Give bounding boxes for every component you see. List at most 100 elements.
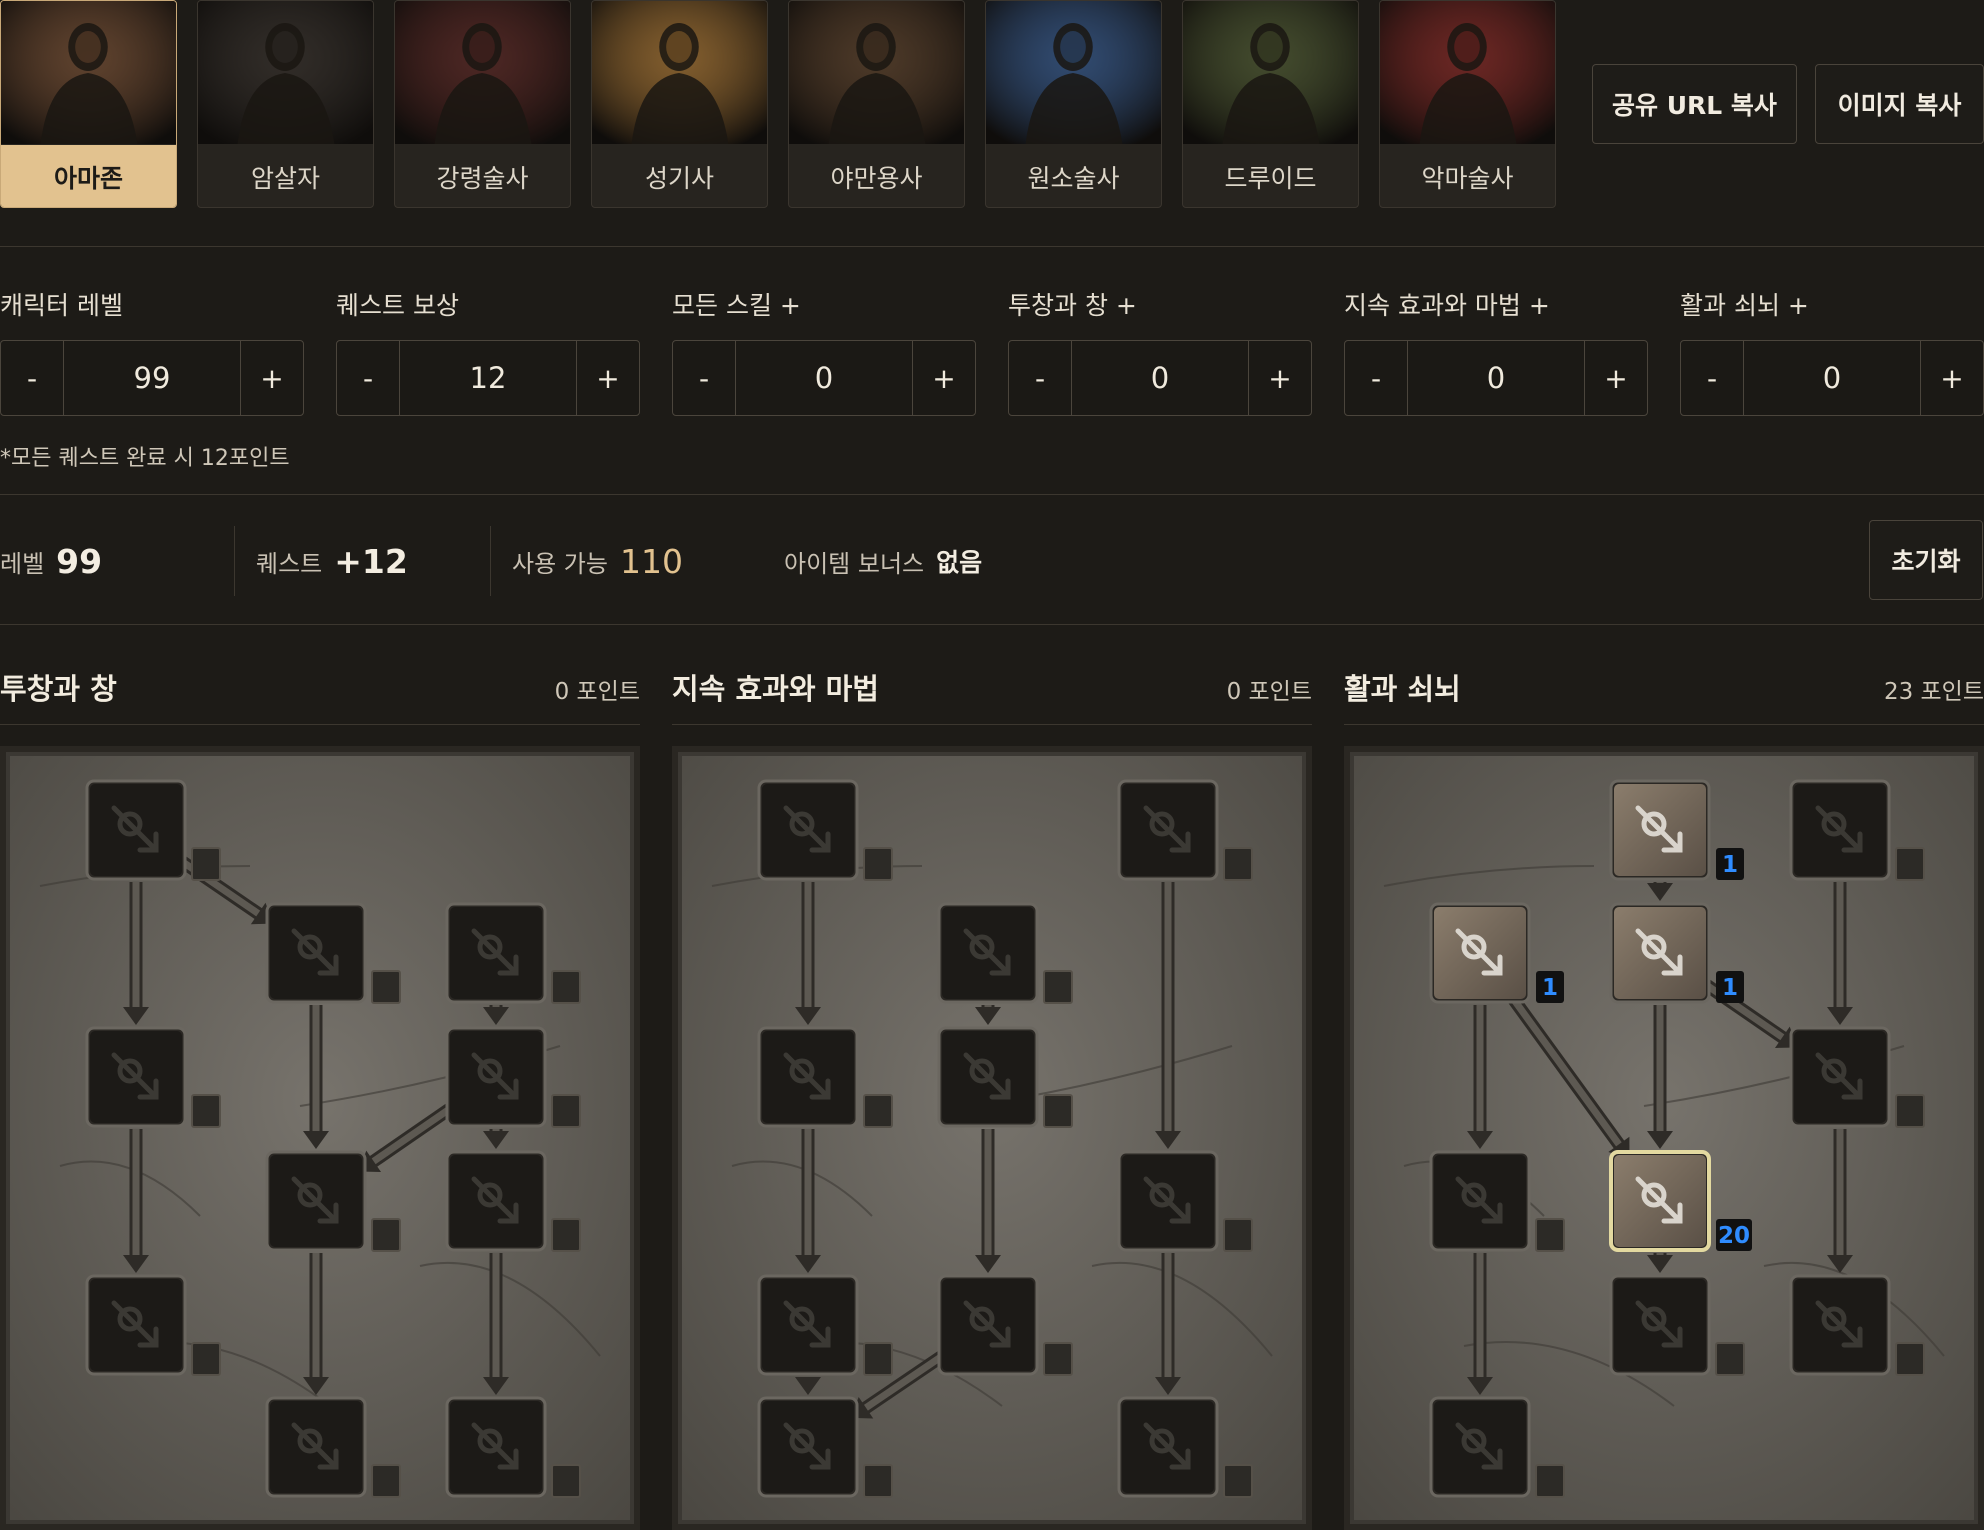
increment-button[interactable]: + [1585,341,1647,415]
item-bonus-summary: 아이템 보너스 없음 [784,520,982,602]
decrement-button[interactable]: - [1009,341,1071,415]
bow-crossbow-control: 활과 쇠뇌 + - 0 + [1680,286,1984,416]
skill-points-empty [191,1094,221,1128]
stepper-label: 캐릭터 레벨 [0,291,123,320]
skill-points-value: 1 [1542,975,1558,1001]
class-name: 악마술사 [1421,164,1514,193]
stepper-label: 투창과 창 + [1008,291,1137,320]
skill-points-empty [1223,1464,1253,1498]
tree-header: 지속 효과와 마법 0 포인트 [672,662,1312,722]
increment-button[interactable]: + [913,341,975,415]
skill-tree-canvas [0,746,640,1530]
all-skills-control: 모든 스킬 + - 0 + [672,286,976,416]
skill-points-empty [551,1094,581,1128]
copy-share-url-button[interactable]: 공유 URL 복사 [1592,64,1797,144]
skill-points-empty [1223,847,1253,881]
necromancer-portrait-icon [395,1,570,144]
skill-board [672,746,1312,1530]
skill-points-empty [1043,1342,1073,1376]
increment-button[interactable]: + [241,341,303,415]
divider [0,246,1984,247]
skill-points-empty [551,1464,581,1498]
increment-button[interactable]: + [1249,341,1311,415]
quest-label: 퀘스트 [256,549,323,578]
points-summary: 레벨 99 퀘스트 +12 사용 가능 110 아이템 보너스 없음 [0,520,1984,602]
class-name: 야만용사 [830,164,923,193]
divider [234,526,235,596]
stepper-label: 지속 효과와 마법 + [1344,291,1550,320]
character-level-control: 캐릭터 레벨 - 99 + [0,286,304,416]
stepper-value[interactable]: 0 [1407,341,1585,415]
stepper-value[interactable]: 0 [735,341,913,415]
paladin-portrait-icon [592,1,767,144]
decrement-button[interactable]: - [1345,341,1407,415]
skill-tree-canvas: 1 1 1 20 [1344,746,1984,1530]
tree-header: 투창과 창 0 포인트 [0,662,640,722]
skill-board [0,746,640,1530]
class-card-amazon[interactable]: 아마존 [0,0,177,208]
divider [672,724,1312,725]
skill-points-empty [371,970,401,1004]
reset-button[interactable]: 초기화 [1869,520,1983,600]
skill-points-value: 20 [1718,1223,1750,1249]
class-card-druid[interactable]: 드루이드 [1182,0,1359,208]
quest-summary: 퀘스트 +12 [256,520,408,602]
quest-value: +12 [334,541,408,581]
decrement-button[interactable]: - [1,341,63,415]
skill-points-empty [863,847,893,881]
quest-note: *모든 퀘스트 완료 시 12포인트 [0,446,290,471]
skill-points-value: 1 [1722,852,1738,878]
increment-button[interactable]: + [577,341,639,415]
available-summary: 사용 가능 110 [512,520,683,602]
stepper-value[interactable]: 99 [63,341,241,415]
class-name: 강령술사 [436,164,529,193]
copy-image-button[interactable]: 이미지 복사 [1815,64,1984,144]
available-label: 사용 가능 [512,549,608,578]
skill-points-empty [1043,1094,1073,1128]
divider [0,624,1984,625]
class-card-paladin[interactable]: 성기사 [591,0,768,208]
tree-title: 지속 효과와 마법 [672,672,879,706]
skill-board: 1 1 1 20 [1344,746,1984,1530]
amazon-portrait-icon [1,1,176,144]
class-selector: 아마존 암살자 강령술사 성기사 야만용사 원소술사 드루이드 악마술사 공유 … [0,0,1984,210]
skill-points-empty [1043,970,1073,1004]
quest-reward-stepper: - 12 + [336,340,640,416]
class-card-warlock[interactable]: 악마술사 [1379,0,1556,208]
skill-points-empty [863,1464,893,1498]
divider [490,526,491,596]
decrement-button[interactable]: - [1681,341,1743,415]
skill-points-empty [1535,1218,1565,1252]
decrement-button[interactable]: - [673,341,735,415]
stepper-value[interactable]: 12 [399,341,577,415]
all-skills-stepper: - 0 + [672,340,976,416]
class-card-necromancer[interactable]: 강령술사 [394,0,571,208]
barbarian-portrait-icon [789,1,964,144]
class-card-barbarian[interactable]: 야만용사 [788,0,965,208]
passive-magic-stepper: - 0 + [1344,340,1648,416]
stepper-label: 모든 스킬 + [672,291,801,320]
warlock-portrait-icon [1380,1,1555,144]
skill-points-empty [863,1094,893,1128]
stepper-value[interactable]: 0 [1071,341,1249,415]
increment-button[interactable]: + [1921,341,1983,415]
skill-points-empty [1535,1464,1565,1498]
skill-points-empty [371,1218,401,1252]
javelin-spear-stepper: - 0 + [1008,340,1312,416]
level-label: 레벨 [0,549,45,578]
class-card-sorceress[interactable]: 원소술사 [985,0,1162,208]
skill-points-empty [1715,1342,1745,1376]
level-summary: 레벨 99 [0,520,102,602]
javelin-spear-control: 투창과 창 + - 0 + [1008,286,1312,416]
item-bonus-value: 없음 [936,548,983,577]
skill-points-empty [1223,1218,1253,1252]
stepper-value[interactable]: 0 [1743,341,1921,415]
skill-points-empty [1895,1342,1925,1376]
available-value: 110 [619,541,683,581]
skill-points-empty [863,1342,893,1376]
item-bonus-label: 아이템 보너스 [784,549,925,578]
skill-points-empty [191,847,221,881]
decrement-button[interactable]: - [337,341,399,415]
tree-title: 투창과 창 [0,672,117,706]
class-card-assassin[interactable]: 암살자 [197,0,374,208]
